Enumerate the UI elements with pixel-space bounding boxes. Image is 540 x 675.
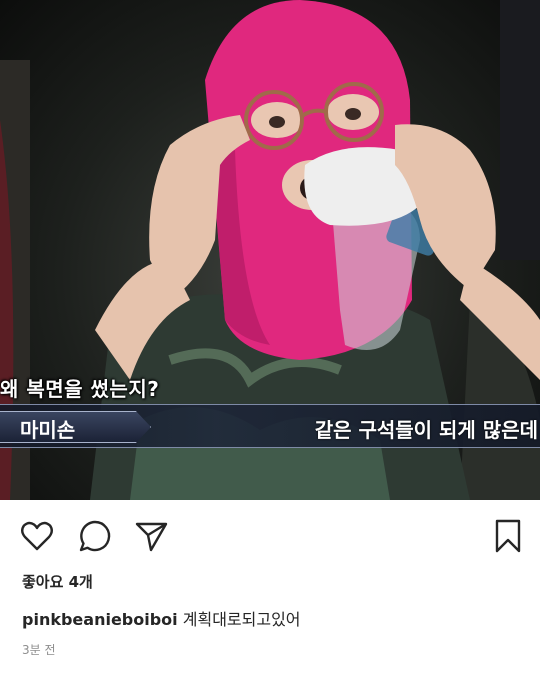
comment-button[interactable] bbox=[77, 518, 113, 554]
photo-caption-top: 왜 복면을 썼는지? bbox=[0, 377, 160, 401]
save-button[interactable] bbox=[490, 518, 526, 554]
tv-subtitle-bar: 마미손 같은 구석들이 되게 많은데 bbox=[0, 404, 540, 448]
caption-text: 계획대로되고있어 bbox=[182, 610, 301, 629]
caption-username[interactable]: pinkbeanieboiboi bbox=[22, 610, 178, 629]
comment-bubble-icon bbox=[79, 520, 111, 552]
like-button[interactable] bbox=[19, 518, 55, 554]
share-button[interactable] bbox=[133, 518, 169, 554]
bookmark-outline-icon bbox=[495, 519, 521, 553]
heart-outline-icon bbox=[21, 521, 53, 551]
post-caption: pinkbeanieboiboi 계획대로되고있어 bbox=[22, 606, 301, 630]
tv-subtitle-text: 같은 구석들이 되게 많은데 bbox=[314, 418, 538, 442]
post-photo[interactable]: 왜 복면을 썼는지? 마미손 같은 구석들이 되게 많은데 bbox=[0, 0, 540, 500]
paper-plane-icon bbox=[135, 522, 168, 552]
like-count[interactable]: 좋아요 4개 bbox=[22, 571, 93, 592]
post-timestamp: 3분 전 bbox=[22, 643, 56, 657]
name-tag-label: 마미손 bbox=[20, 418, 76, 442]
